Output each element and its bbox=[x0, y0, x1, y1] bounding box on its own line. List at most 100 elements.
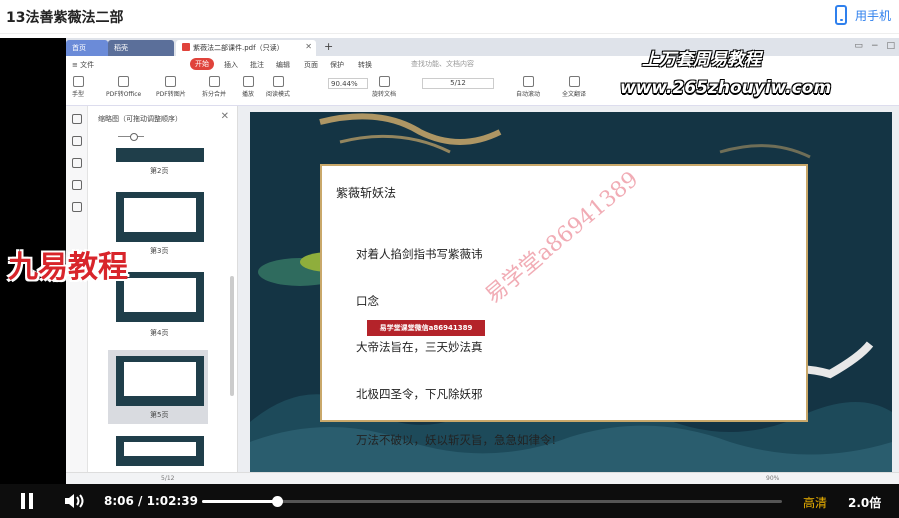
tool-auto-scroll-label: 自动滚动 bbox=[516, 91, 541, 98]
zoom-field: 90.44% bbox=[328, 78, 368, 89]
video-frame: 首页 稻壳 紫薇法二部课件.pdf（只读） ✕ + ▭ − □ ≡ 文件 开始 … bbox=[66, 38, 899, 484]
tool-hand: 手型 bbox=[72, 76, 84, 98]
menu-edit: 编辑 bbox=[276, 61, 290, 69]
speed-button[interactable]: 2.0倍 bbox=[848, 494, 881, 511]
thumbnail-label: 第4页 bbox=[150, 329, 169, 337]
hand-icon bbox=[72, 76, 84, 87]
wps-tab-bar: 首页 稻壳 紫薇法二部课件.pdf（只读） ✕ + ▭ − □ bbox=[66, 38, 899, 56]
tool-pdf-to-image-label: PDF转图片 bbox=[156, 91, 186, 98]
tool-translate: 全文翻译 bbox=[562, 76, 586, 98]
tool-split-merge-label: 拆分合并 bbox=[202, 91, 227, 98]
menu-convert: 转换 bbox=[358, 61, 372, 69]
overlay-banner-left: 九易教程 bbox=[8, 250, 128, 285]
tab-docer: 稻壳 bbox=[108, 40, 174, 56]
tab-document: 紫薇法二部课件.pdf（只读） ✕ bbox=[176, 40, 316, 56]
pdf-to-office-icon bbox=[118, 76, 130, 87]
slide-heading: 紫薇斩妖法 bbox=[336, 186, 397, 200]
menu-start: 开始 bbox=[190, 58, 214, 70]
tool-play-label: 播放 bbox=[242, 91, 255, 98]
slide-card: 紫薇斩妖法 对着人掐剑指书写紫薇讳 口念 大帝法旨在，三天妙法真 北极四圣令，下… bbox=[320, 164, 808, 447]
menu-protect: 保护 bbox=[330, 61, 344, 69]
overlay-url: www.265zhouyiw.com bbox=[620, 78, 832, 98]
read-mode-icon bbox=[272, 76, 284, 87]
menu-page: 页面 bbox=[304, 61, 318, 69]
video-player[interactable]: 首页 稻壳 紫薇法二部课件.pdf（只读） ✕ + ▭ − □ ≡ 文件 开始 … bbox=[0, 38, 899, 518]
page-header: 13法善紫薇法二部 用手机 bbox=[0, 0, 899, 34]
phone-icon bbox=[834, 5, 847, 25]
promo-banner: 易学堂课堂微信a86941389 bbox=[367, 320, 485, 336]
progress-bar[interactable] bbox=[202, 496, 782, 507]
minimize-icon: − bbox=[870, 41, 879, 51]
tab-document-label: 紫薇法二部课件.pdf（只读） bbox=[193, 44, 284, 52]
tool-pdf-to-image: PDF转图片 bbox=[156, 76, 186, 98]
time-separator: / bbox=[138, 494, 143, 508]
comment-icon bbox=[72, 158, 82, 168]
pause-button[interactable] bbox=[20, 493, 34, 509]
watch-on-phone-link[interactable]: 用手机 bbox=[834, 5, 891, 25]
tool-read-mode-label: 阅读模式 bbox=[266, 91, 291, 98]
poem-line: 北极四圣令，下凡除妖邪 bbox=[356, 386, 483, 401]
tool-read-mode: 阅读模式 bbox=[266, 76, 290, 98]
tool-play: 播放 bbox=[242, 76, 254, 98]
tool-pdf-to-office-label: PDF转Office bbox=[106, 91, 142, 98]
page-number-field: 5/12 bbox=[422, 78, 494, 89]
bookmark-icon bbox=[72, 114, 82, 124]
volume-icon[interactable] bbox=[64, 493, 86, 509]
thumbnail-page-6 bbox=[116, 436, 204, 466]
poem-line: 大帝法旨在，三天妙法真 bbox=[356, 340, 483, 354]
wps-status-bar: 5/12 90% bbox=[66, 472, 899, 484]
window-controls: ▭ − □ bbox=[854, 41, 895, 51]
menu-insert: 插入 bbox=[224, 61, 238, 69]
translate-icon bbox=[568, 76, 580, 87]
progress-handle[interactable] bbox=[271, 496, 283, 507]
tool-hand-label: 手型 bbox=[72, 91, 85, 98]
thumbnail-label: 第2页 bbox=[150, 167, 169, 175]
menu-file: ≡ 文件 bbox=[72, 61, 95, 69]
menu-comment: 批注 bbox=[250, 61, 264, 69]
thumbnail-scrollbar bbox=[230, 276, 234, 396]
progress-fill bbox=[202, 500, 277, 503]
gold-cloud-right bbox=[719, 144, 811, 159]
thumbnail-size-slider bbox=[118, 133, 144, 141]
poem-line: 口念 bbox=[356, 293, 379, 308]
tool-split-merge: 拆分合并 bbox=[202, 76, 226, 98]
video-page: 13法善紫薇法二部 用手机 首页 稻壳 紫薇法二部课件.pdf（只读） ✕ + … bbox=[0, 0, 899, 518]
thumbnail-page-5 bbox=[116, 356, 204, 406]
tool-auto-scroll: 自动滚动 bbox=[516, 76, 540, 98]
new-tab-icon: + bbox=[324, 40, 334, 53]
layout-icon: ▭ bbox=[854, 41, 863, 51]
phone-link-label: 用手机 bbox=[854, 8, 891, 23]
time-readout: 8:06 / 1:02:39 bbox=[104, 494, 198, 508]
poem-line: 万法不破以，妖以斩灭旨，急急如律令! bbox=[356, 433, 557, 447]
sidebar-rail bbox=[66, 106, 88, 472]
tool-translate-label: 全文翻译 bbox=[562, 91, 587, 98]
tab-home: 首页 bbox=[66, 40, 108, 56]
status-page: 5/12 bbox=[161, 475, 175, 482]
overlay-banner-top: 上万套周易教程 bbox=[642, 50, 761, 70]
split-merge-icon bbox=[208, 76, 220, 87]
menu-search: 查找功能、文档内容 bbox=[411, 60, 474, 68]
thumbnail-panel: 缩略图（可拖动调整顺序） ✕ 第2页 第3页 第4页 第5页 bbox=[88, 106, 238, 472]
auto-scroll-icon bbox=[522, 76, 534, 87]
thumbnail-page-4 bbox=[116, 272, 204, 322]
tool-pdf-to-office: PDF转Office bbox=[106, 76, 141, 98]
wps-menu-bar: ≡ 文件 开始 插入 批注 编辑 页面 保护 转换 查找功能、文档内容 bbox=[66, 56, 899, 72]
close-icon: ✕ bbox=[305, 42, 312, 51]
maximize-icon: □ bbox=[886, 41, 895, 51]
current-time: 8:06 bbox=[104, 494, 134, 508]
thumbnail-label: 第3页 bbox=[150, 247, 169, 255]
total-time: 1:02:39 bbox=[146, 494, 198, 508]
pdf-to-image-icon bbox=[165, 76, 177, 87]
thumbnail-label: 第5页 bbox=[150, 411, 169, 419]
tool-rotate: 旋转文档 bbox=[372, 76, 396, 98]
tool-rotate-label: 旋转文档 bbox=[372, 91, 397, 98]
status-zoom: 90% bbox=[766, 475, 780, 482]
player-controls: 8:06 / 1:02:39 高清 2.0倍 bbox=[0, 484, 899, 518]
close-icon: ✕ bbox=[220, 111, 229, 122]
thumbnail-icon bbox=[72, 136, 82, 146]
rotate-icon bbox=[378, 76, 390, 87]
quality-button[interactable]: 高清 bbox=[803, 494, 827, 511]
thumbnail-panel-title: 缩略图（可拖动调整顺序） bbox=[98, 115, 182, 123]
thumbnail-page-2 bbox=[116, 148, 204, 162]
play-icon bbox=[242, 76, 254, 87]
